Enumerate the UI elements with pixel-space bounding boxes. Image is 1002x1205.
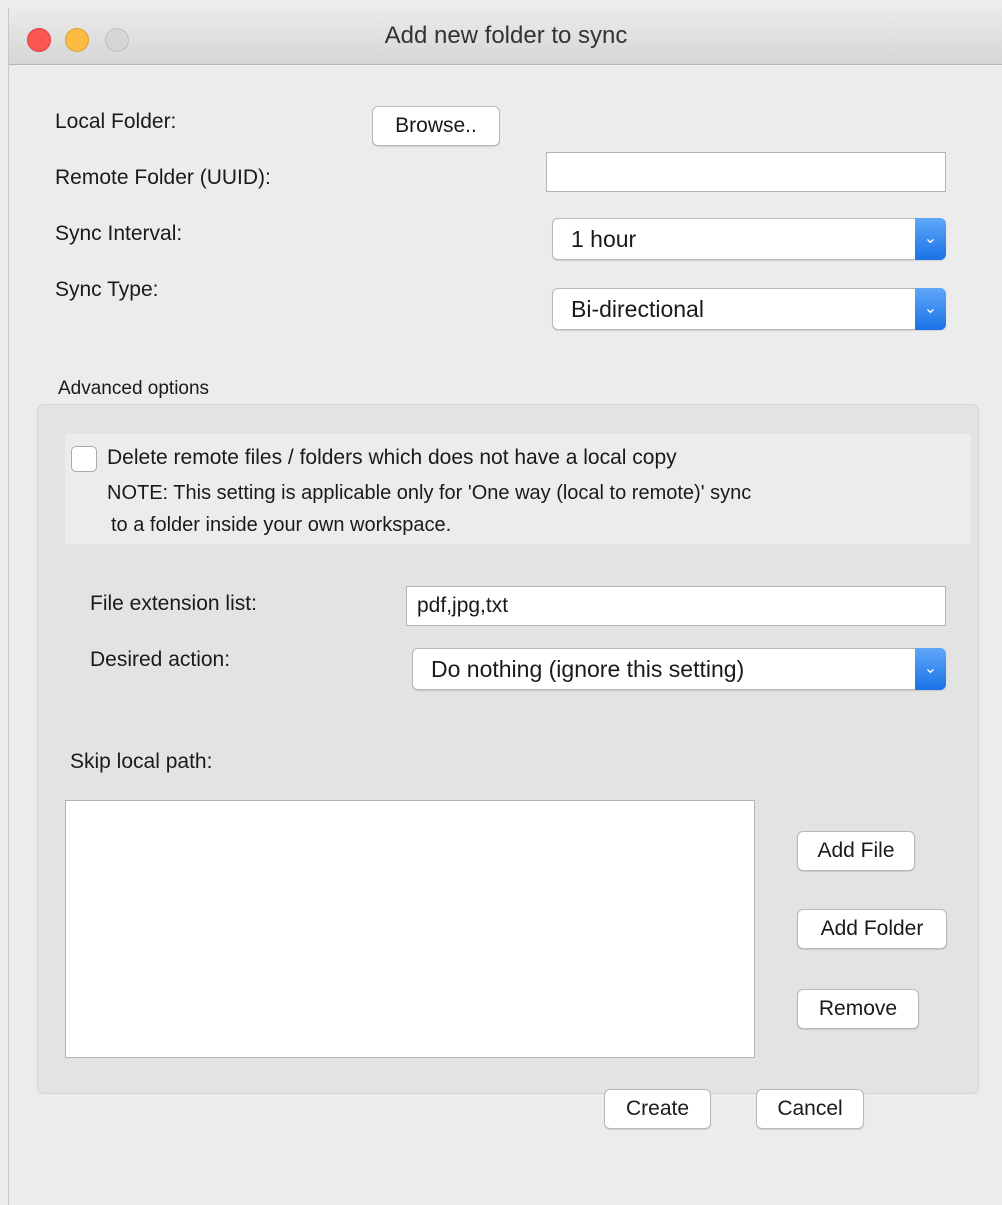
add-file-button[interactable]: Add File	[797, 831, 915, 871]
sync-type-value: Bi-directional	[571, 296, 704, 322]
note-line-1: NOTE: This setting is applicable only fo…	[107, 482, 752, 504]
local-folder-label: Local Folder:	[55, 110, 177, 133]
browse-button[interactable]: Browse..	[372, 106, 500, 146]
create-button[interactable]: Create	[604, 1089, 711, 1129]
sync-type-select[interactable]: Bi-directional ⌄	[552, 288, 946, 330]
desired-action-value: Do nothing (ignore this setting)	[431, 656, 745, 682]
sync-interval-value: 1 hour	[571, 226, 637, 252]
skip-local-path-list[interactable]	[65, 800, 755, 1058]
cancel-button[interactable]: Cancel	[756, 1089, 864, 1129]
window-title: Add new folder to sync	[384, 22, 628, 49]
delete-remote-checkbox[interactable]	[71, 446, 97, 472]
remove-button[interactable]: Remove	[797, 989, 919, 1029]
chevron-down-icon: ⌄	[915, 218, 946, 260]
title-bar[interactable]: Add new folder to sync	[9, 8, 1002, 65]
advanced-options-title: Advanced options	[58, 378, 210, 399]
desired-action-label: Desired action:	[90, 648, 231, 671]
chevron-down-icon: ⌄	[915, 648, 946, 690]
desired-action-select[interactable]: Do nothing (ignore this setting) ⌄	[412, 648, 946, 690]
chevron-down-icon: ⌄	[915, 288, 946, 330]
remote-folder-label: Remote Folder (UUID):	[55, 166, 271, 189]
file-extension-label: File extension list:	[90, 592, 257, 615]
file-extension-input[interactable]	[406, 586, 946, 626]
add-folder-button[interactable]: Add Folder	[797, 909, 947, 949]
remote-folder-input[interactable]	[546, 152, 946, 192]
sync-type-label: Sync Type:	[55, 278, 159, 301]
sync-interval-label: Sync Interval:	[55, 222, 183, 245]
skip-local-path-label: Skip local path:	[70, 750, 213, 773]
delete-remote-label: Delete remote files / folders which does…	[107, 446, 677, 469]
sync-interval-select[interactable]: 1 hour ⌄	[552, 218, 946, 260]
note-line-2: to a folder inside your own workspace.	[111, 514, 452, 536]
dialog-window: Add new folder to sync Local Folder: Bro…	[8, 8, 1002, 1205]
